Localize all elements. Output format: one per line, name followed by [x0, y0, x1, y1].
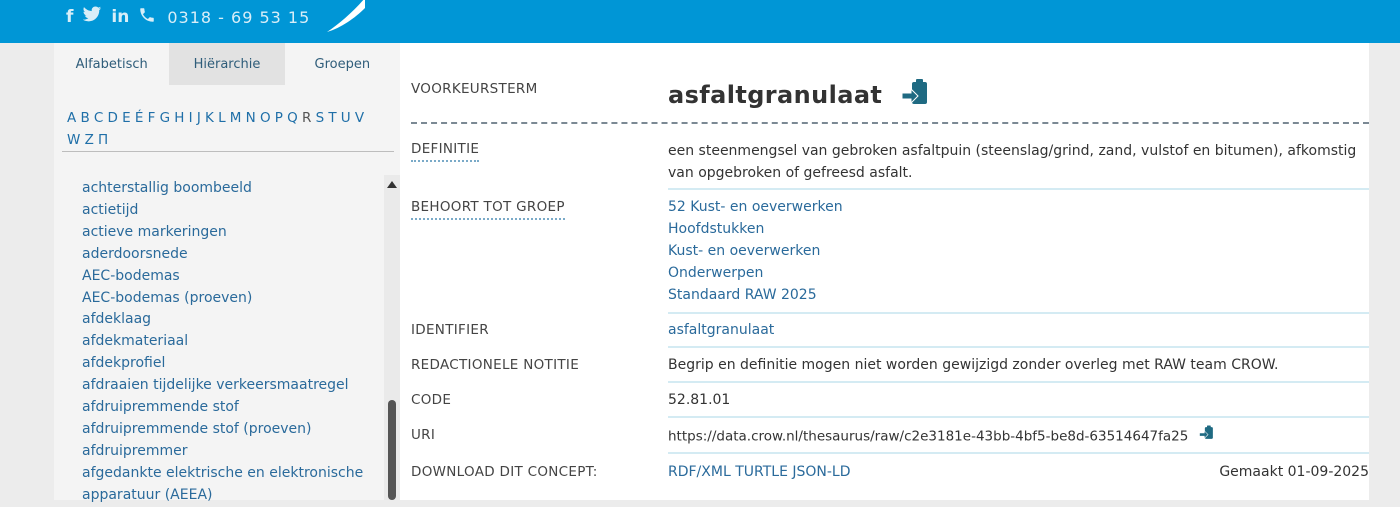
separator: [668, 346, 1369, 348]
uri-value: https://data.crow.nl/thesaurus/raw/c2e31…: [668, 428, 1189, 445]
list-item[interactable]: aderdoorsnede: [82, 244, 382, 266]
concept-panel: VOORKEURSTERM asfaltgranulaat DEFINITIE …: [400, 43, 1369, 500]
scrollbar[interactable]: [384, 175, 400, 500]
scroll-thumb[interactable]: [388, 400, 396, 500]
letter-e[interactable]: E: [122, 110, 132, 126]
facebook-icon[interactable]: f: [66, 7, 73, 27]
list-item[interactable]: AEC-bodemas (proeven): [82, 288, 382, 310]
right-margin: [1369, 43, 1400, 500]
list-item[interactable]: afdruipremmende stof (proeven): [82, 419, 382, 441]
download-jsonld-link[interactable]: JSON-LD: [792, 464, 850, 480]
term-list: achterstallig boombeeld actietijd actieve …: [82, 178, 382, 507]
twitter-icon[interactable]: [82, 6, 102, 28]
list-item[interactable]: afdekprofiel: [82, 353, 382, 375]
letter-r[interactable]: R: [302, 110, 313, 126]
letter-t[interactable]: T: [328, 110, 337, 126]
list-item[interactable]: achterstallig boombeeld: [82, 178, 382, 200]
list-item[interactable]: afdeklaag: [82, 309, 382, 331]
note-title: REDACTIONELE NOTITIE: [411, 357, 580, 373]
social-links: f in 0318 - 69 53 15: [66, 5, 310, 29]
code-title: CODE: [411, 392, 452, 408]
preferred-label-title: VOORKEURSTERM: [411, 81, 538, 97]
note-text: Begrip en definitie mogen niet worden ge…: [668, 357, 1279, 373]
letter-l[interactable]: L: [218, 110, 227, 126]
phone-icon: [138, 6, 156, 29]
letter-h[interactable]: H: [174, 110, 185, 126]
phone-number[interactable]: 0318 - 69 53 15: [167, 8, 310, 27]
separator: [668, 312, 1369, 314]
letter-z[interactable]: Z: [85, 132, 95, 148]
group-link[interactable]: Kust- en oeverwerken: [668, 240, 843, 262]
group-link[interactable]: 52 Kust- en oeverwerken: [668, 196, 843, 218]
page-title: asfaltgranulaat: [668, 79, 931, 113]
letter-j[interactable]: J: [197, 110, 202, 126]
sidebar-tabs: Alfabetisch Hiërarchie Groepen: [54, 43, 400, 85]
definition-text: een steenmengsel van gebroken asfaltpuin…: [668, 140, 1356, 184]
letter-p[interactable]: P: [275, 110, 284, 126]
definition-title: DEFINITIE: [411, 141, 480, 162]
created-date: Gemaakt 01-09-2025: [1219, 464, 1369, 480]
top-bar: f in 0318 - 69 53 15: [0, 0, 1400, 43]
group-link[interactable]: Standaard RAW 2025: [668, 284, 843, 306]
divider: [62, 151, 394, 152]
scroll-up-icon[interactable]: [387, 181, 397, 188]
letter-f[interactable]: F: [148, 110, 157, 126]
letter-b[interactable]: B: [80, 110, 90, 126]
download-turtle-link[interactable]: TURTLE: [735, 464, 788, 480]
letter-o[interactable]: O: [260, 110, 272, 126]
list-item[interactable]: actieve markeringen: [82, 222, 382, 244]
list-item[interactable]: afdraaien tijdelijke verkeersmaatregel: [82, 375, 382, 397]
letter-s[interactable]: S: [316, 110, 326, 126]
letter-m[interactable]: M: [230, 110, 243, 126]
definition-line: van opgebroken of gefreesd asfalt.: [668, 165, 913, 181]
clipboard-icon[interactable]: [1198, 425, 1215, 448]
list-item[interactable]: AEC-bodemas: [82, 266, 382, 288]
logo-swoosh: [327, 0, 365, 32]
letter-u[interactable]: U: [341, 110, 352, 126]
dashed-divider: [411, 122, 1369, 124]
identifier-link[interactable]: asfaltgranulaat: [668, 322, 774, 338]
preferred-label-text: asfaltgranulaat: [668, 81, 883, 109]
letter-g[interactable]: G: [160, 110, 172, 126]
group-link[interactable]: Onderwerpen: [668, 262, 843, 284]
alphabet-index: ABCDEÉFGHIJKLMNOPQRSTUV WZΠ: [67, 107, 397, 151]
separator: [668, 416, 1369, 418]
uri-title: URI: [411, 427, 436, 443]
separator: [668, 188, 1369, 190]
definition-line: een steenmengsel van gebroken asfaltpuin…: [668, 143, 1357, 159]
code-value: 52.81.01: [668, 392, 731, 408]
list-item[interactable]: afdruipremmende stof: [82, 397, 382, 419]
linkedin-icon[interactable]: in: [111, 7, 129, 27]
letter-v[interactable]: V: [355, 110, 365, 126]
groups-list: 52 Kust- en oeverwerken Hoofdstukken Kus…: [668, 196, 843, 306]
letter-k[interactable]: K: [205, 110, 215, 126]
list-item[interactable]: afdekmateriaal: [82, 331, 382, 353]
groups-title: BEHOORT TOT GROEP: [411, 199, 565, 220]
tab-alfabetisch[interactable]: Alfabetisch: [54, 43, 170, 85]
letter-i[interactable]: I: [189, 110, 194, 126]
letter-w[interactable]: W: [67, 132, 82, 148]
group-link[interactable]: Hoofdstukken: [668, 218, 843, 240]
list-item[interactable]: afgedankte elektrische en elektronische: [82, 463, 382, 485]
clipboard-icon[interactable]: [901, 79, 931, 113]
identifier-title: IDENTIFIER: [411, 322, 489, 338]
list-item[interactable]: actietijd: [82, 200, 382, 222]
letter-q[interactable]: Q: [287, 110, 299, 126]
letter-d[interactable]: D: [108, 110, 120, 126]
separator: [668, 381, 1369, 383]
sidebar: Alfabetisch Hiërarchie Groepen ABCDEÉFGH…: [54, 43, 400, 503]
download-title: DOWNLOAD DIT CONCEPT:: [411, 464, 598, 480]
list-item[interactable]: afdruipremmer: [82, 441, 382, 463]
letter-n[interactable]: N: [246, 110, 257, 126]
tab-groepen[interactable]: Groepen: [284, 43, 400, 85]
separator: [668, 452, 1369, 454]
tab-hierarchie[interactable]: Hiërarchie: [169, 43, 285, 85]
download-rdfxml-link[interactable]: RDF/XML: [668, 464, 731, 480]
letter-é[interactable]: É: [135, 110, 145, 126]
letter-c[interactable]: C: [94, 110, 105, 126]
list-item[interactable]: apparatuur (AEEA): [82, 485, 382, 507]
letter-a[interactable]: A: [67, 110, 77, 126]
letter-π[interactable]: Π: [98, 132, 109, 148]
